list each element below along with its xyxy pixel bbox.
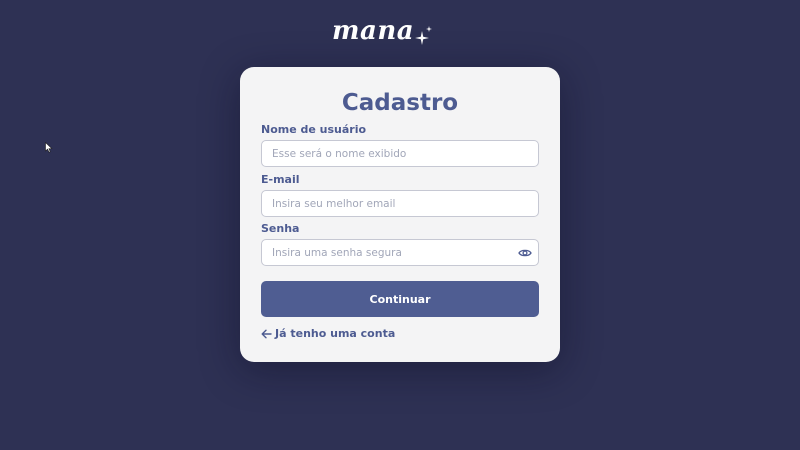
brand-logo: mana	[332, 14, 433, 50]
sparkle-icon	[415, 26, 433, 50]
back-to-login-link[interactable]: Já tenho uma conta	[261, 327, 395, 340]
password-input[interactable]	[261, 239, 539, 266]
mouse-cursor-icon	[45, 138, 53, 157]
arrow-left-icon	[261, 329, 272, 339]
username-input[interactable]	[261, 140, 539, 167]
page: mana Cadastro Nome de usuário E-mail Sen…	[0, 0, 800, 450]
form-title: Cadastro	[341, 90, 459, 116]
password-field	[261, 239, 539, 266]
back-link-label: Já tenho uma conta	[275, 327, 396, 340]
brand-name: mana	[332, 16, 415, 46]
continue-button[interactable]: Continuar	[261, 281, 539, 317]
signup-card: Cadastro Nome de usuário E-mail Senha Co…	[240, 67, 560, 362]
username-label: Nome de usuário	[261, 123, 367, 136]
password-label: Senha	[261, 222, 300, 235]
eye-icon[interactable]	[517, 245, 533, 261]
email-label: E-mail	[261, 173, 300, 186]
email-input[interactable]	[261, 190, 539, 217]
